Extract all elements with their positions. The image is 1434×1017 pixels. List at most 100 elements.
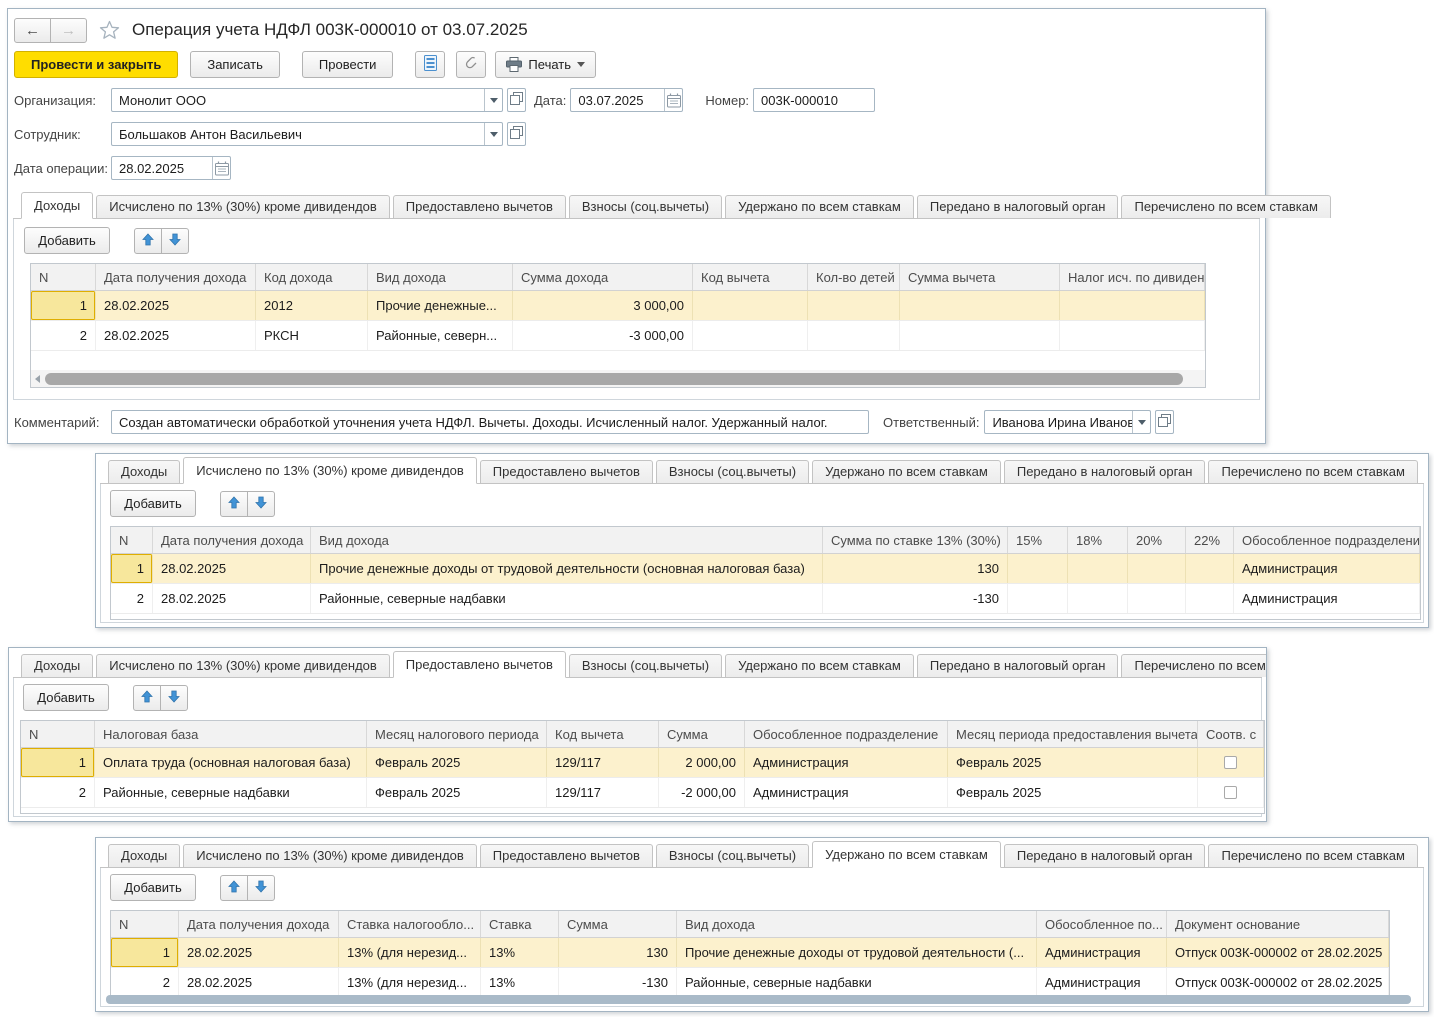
add-row-button[interactable]: Добавить <box>23 684 109 711</box>
table-row[interactable]: 1 28.02.2025 Прочие денежные доходы от т… <box>111 554 1420 584</box>
cell[interactable]: Прочие денежные доходы от трудовой деяте… <box>311 554 823 583</box>
cell[interactable]: РКСН <box>256 321 368 350</box>
tab-incomes[interactable]: Доходы <box>108 460 181 483</box>
table-row[interactable]: 2 28.02.2025 РКСН Районные, северн... -3… <box>31 321 1205 351</box>
cell[interactable]: Отпуск 003К-000002 от 28.02.2025 <box>1167 968 1389 997</box>
tab-contributions[interactable]: Взносы (соц.вычеты) <box>655 460 810 483</box>
cell[interactable] <box>1186 554 1234 583</box>
calendar-icon[interactable] <box>212 157 230 179</box>
tab-remitted[interactable]: Перечислено по всем ставкам <box>1121 195 1331 218</box>
add-row-button[interactable]: Добавить <box>110 874 196 901</box>
cell[interactable]: 28.02.2025 <box>96 321 256 350</box>
cell[interactable]: -130 <box>559 968 677 997</box>
cell[interactable]: 13% <box>481 938 559 967</box>
cell[interactable] <box>808 321 900 350</box>
tab-incomes[interactable]: Доходы <box>108 844 181 867</box>
table-row[interactable]: 1 28.02.2025 2012 Прочие денежные... 3 0… <box>31 291 1205 321</box>
cell[interactable]: 28.02.2025 <box>153 554 311 583</box>
tab-withheld[interactable]: Удержано по всем ставкам <box>725 654 914 677</box>
tab-deductions[interactable]: Предоставлено вычетов <box>392 195 566 218</box>
date-input[interactable]: 03.07.2025 <box>570 88 684 112</box>
cell[interactable] <box>1008 584 1068 613</box>
move-up-button[interactable] <box>134 227 162 254</box>
post-and-close-button[interactable]: Провести и закрыть <box>14 51 179 78</box>
cell[interactable]: Районные, северн... <box>368 321 513 350</box>
scrollbar-thumb[interactable] <box>45 372 1183 385</box>
cell[interactable]: 2 000,00 <box>659 748 745 777</box>
cell[interactable]: 129/117 <box>547 748 659 777</box>
cell[interactable]: Отпуск 003К-000002 от 28.02.2025 <box>1167 938 1389 967</box>
tab-calculated-13[interactable]: Исчислено по 13% (30%) кроме дивидендов <box>183 457 477 484</box>
organization-value[interactable]: Монолит ООО <box>112 93 484 108</box>
tab-transferred-to-tax[interactable]: Передано в налоговый орган <box>1003 844 1206 867</box>
tab-contributions[interactable]: Взносы (соц.вычеты) <box>655 844 810 867</box>
table-row[interactable]: 2 28.02.2025 Районные, северные надбавки… <box>111 584 1420 614</box>
tab-transferred-to-tax[interactable]: Передано в налоговый орган <box>916 654 1119 677</box>
add-row-button[interactable]: Добавить <box>24 227 110 254</box>
tab-deductions[interactable]: Предоставлено вычетов <box>392 651 566 678</box>
cell[interactable]: Прочие денежные доходы от трудовой деяте… <box>677 938 1037 967</box>
print-button[interactable]: Печать <box>495 51 597 78</box>
tab-remitted[interactable]: Перечислено по всем ставкам <box>1208 460 1418 483</box>
cell[interactable]: Районные, северные надбавки <box>677 968 1037 997</box>
chevron-down-icon[interactable] <box>484 123 502 145</box>
write-button[interactable]: Записать <box>190 51 280 78</box>
cell[interactable] <box>1198 778 1264 807</box>
employee-value[interactable]: Большаков Антон Васильевич <box>112 127 484 142</box>
cell[interactable] <box>1068 584 1128 613</box>
table-row[interactable]: 2 28.02.2025 13% (для нерезид... 13% -13… <box>111 968 1389 997</box>
cell[interactable]: 28.02.2025 <box>96 291 256 320</box>
cell[interactable] <box>1068 554 1128 583</box>
move-down-button[interactable] <box>247 874 275 901</box>
add-row-button[interactable]: Добавить <box>110 490 196 517</box>
tab-withheld[interactable]: Удержано по всем ставкам <box>812 841 1001 868</box>
employee-open-button[interactable] <box>507 122 526 146</box>
number-input[interactable]: 003К-000010 <box>753 88 876 112</box>
move-up-button[interactable] <box>220 874 248 901</box>
tab-calculated-13[interactable]: Исчислено по 13% (30%) кроме дивидендов <box>183 844 477 867</box>
cell[interactable]: Администрация <box>745 778 948 807</box>
tab-calculated-13[interactable]: Исчислено по 13% (30%) кроме дивидендов <box>96 195 390 218</box>
cell[interactable]: 1 <box>31 291 96 320</box>
cell[interactable] <box>1060 321 1205 350</box>
cell[interactable]: 130 <box>823 554 1008 583</box>
tab-withheld[interactable]: Удержано по всем ставкам <box>812 460 1001 483</box>
cell[interactable]: 28.02.2025 <box>179 938 339 967</box>
cell[interactable]: 13% (для нерезид... <box>339 938 481 967</box>
horizontal-scrollbar[interactable] <box>106 995 1411 1004</box>
tab-remitted[interactable]: Перечислено по всем ставкам <box>1208 844 1418 867</box>
cell[interactable] <box>1060 291 1205 320</box>
table-row[interactable]: 1 Оплата труда (основная налоговая база)… <box>21 748 1264 778</box>
cell[interactable]: 13% <box>481 968 559 997</box>
date-value[interactable]: 03.07.2025 <box>571 93 664 108</box>
cell[interactable] <box>1128 584 1186 613</box>
tab-contributions[interactable]: Взносы (соц.вычеты) <box>568 195 723 218</box>
cell[interactable]: Февраль 2025 <box>367 748 547 777</box>
cell[interactable] <box>900 321 1060 350</box>
table-row[interactable]: 2 Районные, северные надбавки Февраль 20… <box>21 778 1264 808</box>
number-value[interactable]: 003К-000010 <box>754 93 874 108</box>
cell[interactable]: Февраль 2025 <box>948 778 1198 807</box>
tab-incomes[interactable]: Доходы <box>21 192 94 219</box>
organization-open-button[interactable] <box>507 88 526 112</box>
tab-incomes[interactable]: Доходы <box>21 654 94 677</box>
cell[interactable]: Администрация <box>1234 554 1420 583</box>
forward-button[interactable]: → <box>50 17 87 43</box>
responsible-value[interactable]: Иванова Ирина Ивановна <box>985 415 1132 430</box>
register-records-button[interactable] <box>415 51 446 78</box>
cell[interactable]: 3 000,00 <box>513 291 693 320</box>
cell[interactable]: Февраль 2025 <box>367 778 547 807</box>
cell[interactable]: Районные, северные надбавки <box>95 778 367 807</box>
cell[interactable] <box>693 321 808 350</box>
move-down-button[interactable] <box>161 227 189 254</box>
tab-transferred-to-tax[interactable]: Передано в налоговый орган <box>916 195 1119 218</box>
tab-deductions[interactable]: Предоставлено вычетов <box>479 844 653 867</box>
post-button[interactable]: Провести <box>301 51 394 78</box>
move-up-button[interactable] <box>220 490 248 517</box>
table-row[interactable]: 1 28.02.2025 13% (для нерезид... 13% 130… <box>111 938 1389 968</box>
tab-contributions[interactable]: Взносы (соц.вычеты) <box>568 654 723 677</box>
move-down-button[interactable] <box>247 490 275 517</box>
cell[interactable]: Администрация <box>1037 938 1167 967</box>
cell[interactable]: Администрация <box>1234 584 1420 613</box>
tab-transferred-to-tax[interactable]: Передано в налоговый орган <box>1003 460 1206 483</box>
